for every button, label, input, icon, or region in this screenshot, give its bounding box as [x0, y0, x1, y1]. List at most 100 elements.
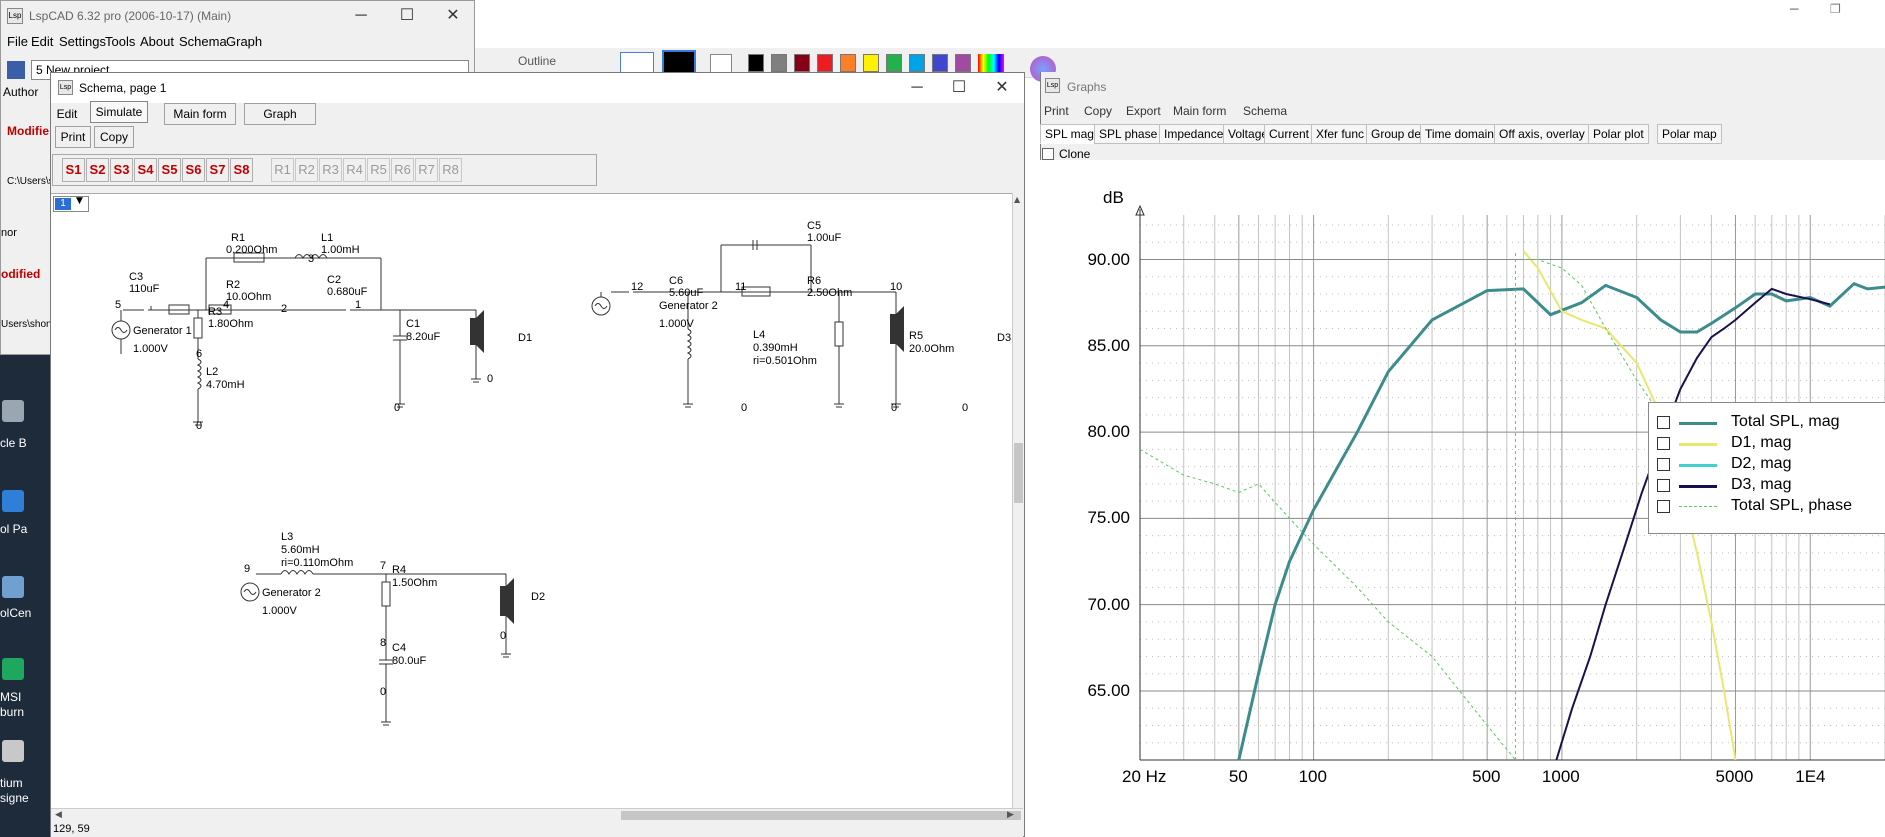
- graph-tab[interactable]: Impedance: [1159, 124, 1229, 144]
- r4-value[interactable]: 1.50Ohm: [392, 577, 437, 589]
- color-swatch[interactable]: [886, 54, 902, 72]
- response-button-r8[interactable]: R8: [439, 158, 462, 182]
- c6-label[interactable]: C6: [669, 275, 683, 287]
- save-icon[interactable]: [7, 61, 25, 79]
- schema-vertical-scrollbar[interactable]: ▲: [1012, 193, 1024, 808]
- c5-label[interactable]: C5: [807, 220, 821, 232]
- legend-item[interactable]: D3, mag: [1653, 476, 1883, 496]
- r6-label[interactable]: R6: [807, 275, 821, 287]
- close-icon[interactable]: ✕: [979, 73, 1025, 103]
- edit-colors-icon[interactable]: [978, 54, 1004, 74]
- graphs-menu-item[interactable]: Export: [1126, 104, 1161, 118]
- c3-label[interactable]: C3: [129, 271, 143, 283]
- legend-item[interactable]: Total SPL, phase: [1653, 497, 1883, 517]
- gen2b-label[interactable]: Generator 2: [262, 587, 321, 599]
- color-swatch[interactable]: [748, 54, 764, 72]
- l3-value[interactable]: 5.60mH: [281, 544, 320, 556]
- response-button-r7[interactable]: R7: [415, 158, 438, 182]
- l2-value[interactable]: 4.70mH: [206, 379, 245, 391]
- gen1-value[interactable]: 1.000V: [133, 343, 168, 355]
- d1-label[interactable]: D1: [518, 332, 532, 344]
- l1-label[interactable]: L1: [321, 232, 333, 244]
- menu-file[interactable]: File: [7, 34, 28, 49]
- tab-main-form[interactable]: Main form: [164, 103, 236, 125]
- c3-value[interactable]: 110uF: [129, 283, 159, 295]
- scroll-up-icon[interactable]: ▲: [1014, 195, 1020, 204]
- graphs-menu-item[interactable]: Copy: [1084, 104, 1112, 118]
- graph-tab[interactable]: Current: [1264, 124, 1315, 144]
- response-button-r2[interactable]: R2: [295, 158, 318, 182]
- d3-label[interactable]: D3: [997, 332, 1011, 344]
- graph-tab[interactable]: Off axis, overlay: [1494, 124, 1590, 144]
- desktop-label[interactable]: burn: [0, 705, 40, 719]
- scroll-right-icon[interactable]: ▶: [1007, 810, 1014, 820]
- r1-label[interactable]: R1: [231, 232, 245, 244]
- r5-label[interactable]: R5: [909, 330, 923, 342]
- schema-canvas[interactable]: 1 ▼ C3 110uF R1 0.200Ohm L1 1.00mH R2 10…: [51, 193, 1023, 808]
- graphs-menu-item[interactable]: Print: [1044, 104, 1069, 118]
- r4-label[interactable]: R4: [392, 564, 406, 576]
- c2-value[interactable]: 0.680uF: [327, 286, 367, 298]
- graph-tab[interactable]: SPL phase: [1094, 124, 1163, 144]
- c1-label[interactable]: C1: [406, 318, 420, 330]
- color-swatch[interactable]: [932, 54, 948, 72]
- desktop-label[interactable]: signe: [0, 791, 40, 805]
- legend-checkbox[interactable]: [1657, 479, 1670, 492]
- l4-value[interactable]: 0.390mH: [753, 342, 798, 354]
- r2-label[interactable]: R2: [226, 279, 240, 291]
- graphs-menu-item[interactable]: Main form: [1173, 104, 1226, 118]
- sim-button-s5[interactable]: S5: [158, 158, 181, 182]
- graphs-menu-item[interactable]: Schema: [1243, 104, 1287, 118]
- menu-settings[interactable]: Settings: [59, 34, 106, 49]
- app-icon[interactable]: [2, 740, 24, 762]
- response-button-r5[interactable]: R5: [367, 158, 390, 182]
- color2-swatch[interactable]: [710, 54, 732, 74]
- legend-item[interactable]: D1, mag: [1653, 434, 1883, 454]
- c2-label[interactable]: C2: [327, 274, 341, 286]
- color-swatch[interactable]: [794, 54, 810, 72]
- c6-value[interactable]: 5.60uF: [669, 287, 703, 299]
- r1-value[interactable]: 0.200Ohm: [226, 244, 277, 256]
- l2-label[interactable]: L2: [206, 366, 218, 378]
- color-swatch[interactable]: [840, 54, 856, 72]
- menu-schema[interactable]: Schema: [179, 34, 227, 49]
- response-button-r1[interactable]: R1: [271, 158, 294, 182]
- graph-tab[interactable]: Time domain: [1420, 124, 1499, 144]
- scroll-thumb[interactable]: [621, 811, 1021, 820]
- minimize-icon[interactable]: ─: [338, 1, 384, 31]
- response-button-r3[interactable]: R3: [319, 158, 342, 182]
- bg-restore-icon[interactable]: ❐: [1830, 2, 1841, 16]
- chart-legend[interactable]: Total SPL, mag D1, mag D2, mag D3, mag Total…: [1648, 402, 1885, 534]
- scroll-left-icon[interactable]: ◀: [55, 810, 62, 820]
- maximize-icon[interactable]: ☐: [384, 1, 430, 31]
- close-icon[interactable]: ✕: [430, 1, 476, 31]
- d2-label[interactable]: D2: [531, 591, 545, 603]
- response-button-r6[interactable]: R6: [391, 158, 414, 182]
- gen2a-value[interactable]: 1.000V: [659, 318, 694, 330]
- legend-item[interactable]: Total SPL, mag: [1653, 413, 1883, 433]
- schema-horizontal-scrollbar[interactable]: ◀ ▶: [51, 808, 1023, 822]
- menu-tools[interactable]: Tools: [105, 34, 135, 49]
- msi-icon[interactable]: [2, 658, 24, 680]
- color-swatch[interactable]: [909, 54, 925, 72]
- desktop-label[interactable]: cle B: [0, 436, 40, 450]
- color-swatch[interactable]: [817, 54, 833, 72]
- color-swatch[interactable]: [863, 54, 879, 72]
- r2-value[interactable]: 10.0Ohm: [226, 291, 271, 303]
- sim-button-s2[interactable]: S2: [86, 158, 109, 182]
- menu-about[interactable]: About: [140, 34, 174, 49]
- graph-tab[interactable]: Xfer func: [1311, 124, 1370, 144]
- sim-button-s1[interactable]: S1: [62, 158, 85, 182]
- desktop-label[interactable]: olCen: [0, 606, 40, 620]
- menu-graph[interactable]: Graph: [226, 34, 262, 49]
- bg-minimize-icon[interactable]: ─: [1790, 2, 1798, 18]
- outline-label[interactable]: Outline: [518, 54, 556, 68]
- sim-button-s4[interactable]: S4: [134, 158, 157, 182]
- desktop-label[interactable]: MSI: [0, 690, 40, 704]
- clone-checkbox[interactable]: [1042, 148, 1054, 160]
- legend-item[interactable]: D2, mag: [1653, 455, 1883, 475]
- scroll-thumb[interactable]: [1014, 443, 1023, 503]
- desktop-label[interactable]: tium: [0, 776, 40, 790]
- c1-value[interactable]: 8.20uF: [406, 331, 440, 343]
- menu-edit[interactable]: Edit: [31, 34, 53, 49]
